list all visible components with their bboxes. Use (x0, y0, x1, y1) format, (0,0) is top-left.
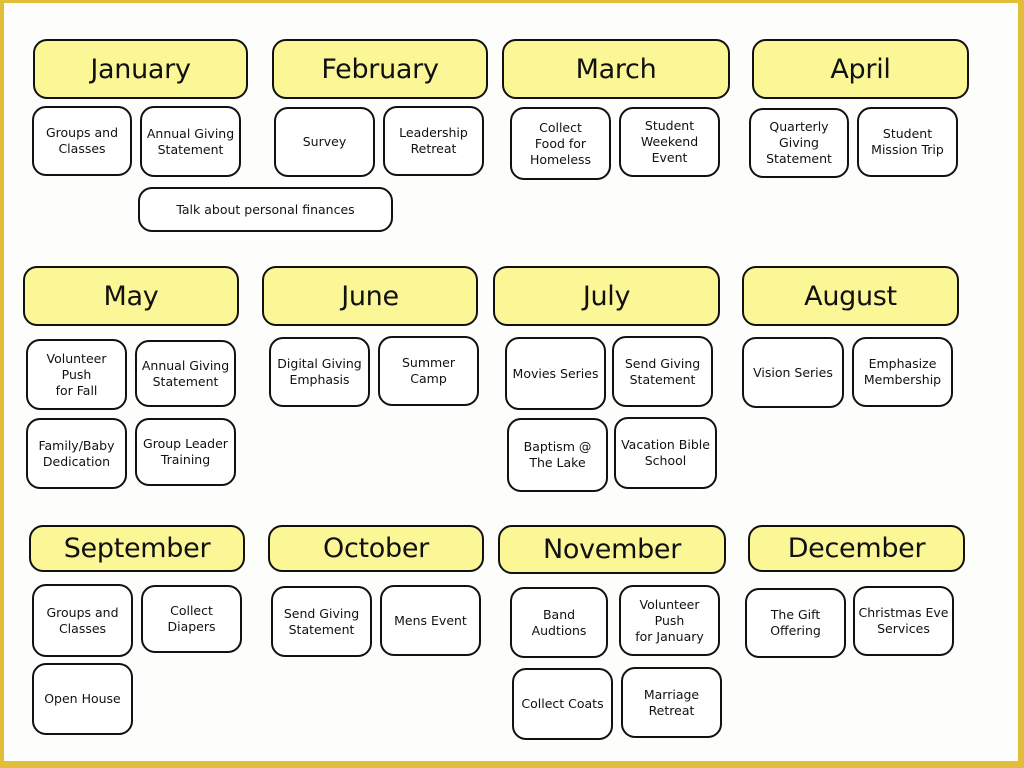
month-header-june: June (262, 266, 478, 326)
event-box: Group Leader Training (135, 418, 236, 486)
event-box: Student Mission Trip (857, 107, 958, 177)
event-box: Band Audtions (510, 587, 608, 658)
event-box: Send Giving Statement (271, 586, 372, 657)
event-box: Groups and Classes (32, 584, 133, 657)
month-header-september: September (29, 525, 245, 572)
event-box: Quarterly Giving Statement (749, 108, 849, 178)
event-box: Mens Event (380, 585, 481, 656)
calendar-canvas: January Groups and Classes Annual Giving… (4, 3, 1018, 761)
event-box: Collect Food for Homeless (510, 107, 611, 180)
month-header-april: April (752, 39, 969, 99)
event-box: Survey (274, 107, 375, 177)
month-header-december: December (748, 525, 965, 572)
event-box: Leadership Retreat (383, 106, 484, 176)
month-header-august: August (742, 266, 959, 326)
event-box: Collect Coats (512, 668, 613, 740)
month-header-july: July (493, 266, 720, 326)
event-box: Christmas Eve Services (853, 586, 954, 656)
event-box: Collect Diapers (141, 585, 242, 653)
event-box: Send Giving Statement (612, 336, 713, 407)
event-box: Volunteer Push for Fall (26, 339, 127, 410)
event-box: Annual Giving Statement (135, 340, 236, 407)
event-box: Emphasize Membership (852, 337, 953, 407)
event-box: Student Weekend Event (619, 107, 720, 177)
event-box: Vision Series (742, 337, 844, 408)
event-box: Movies Series (505, 337, 606, 410)
event-box: Digital Giving Emphasis (269, 337, 370, 407)
event-box: Baptism @ The Lake (507, 418, 608, 492)
event-box: Open House (32, 663, 133, 735)
month-header-october: October (268, 525, 484, 572)
event-box: Groups and Classes (32, 106, 132, 176)
event-box: The Gift Offering (745, 588, 846, 658)
month-header-january: January (33, 39, 248, 99)
event-box: Vacation Bible School (614, 417, 717, 489)
event-box: Annual Giving Statement (140, 106, 241, 177)
event-box: Talk about personal finances (138, 187, 393, 232)
event-box: Summer Camp (378, 336, 479, 406)
month-header-november: November (498, 525, 726, 574)
month-header-may: May (23, 266, 239, 326)
month-header-march: March (502, 39, 730, 99)
month-header-february: February (272, 39, 488, 99)
event-box: Marriage Retreat (621, 667, 722, 738)
event-box: Family/Baby Dedication (26, 418, 127, 489)
event-box: Volunteer Push for January (619, 585, 720, 656)
